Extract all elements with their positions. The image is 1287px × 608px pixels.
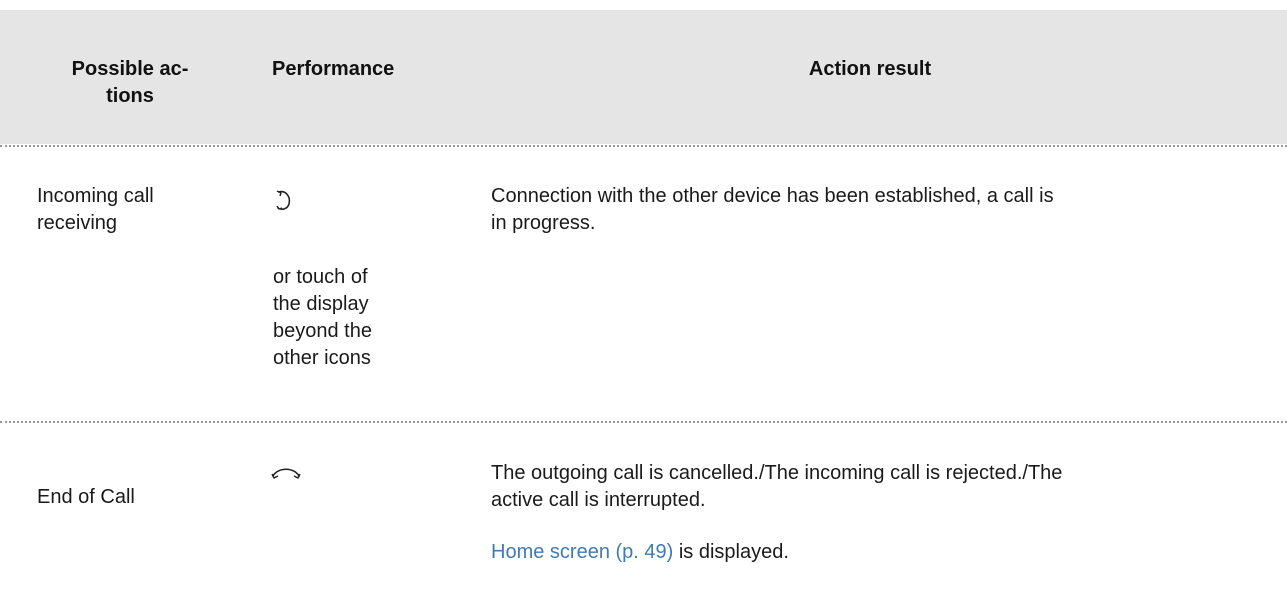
header-performance: Performance <box>272 58 395 80</box>
header-possible-actions: Possible ac- tions <box>30 56 230 110</box>
row2-result-line1: The outgoing call is cancelled./The inco… <box>491 462 1063 484</box>
row1-performance-line2: the display <box>273 293 369 315</box>
phone-handset-pickup-icon <box>276 190 291 210</box>
table-header: Possible ac- tions Performance Action re… <box>0 10 1287 144</box>
row1-performance-text: or touch of the display beyond the other… <box>273 264 372 372</box>
row2-action: End of Call <box>37 486 135 508</box>
row1-action-line2: receiving <box>37 212 118 234</box>
row1-action: Incoming call receiving <box>37 183 154 237</box>
row1-performance-line1: or touch of <box>273 266 368 288</box>
row2-result: The outgoing call is cancelled./The inco… <box>491 460 1062 514</box>
header-possible-actions-line1: Possible ac- <box>71 58 189 80</box>
row1-performance-line4: other icons <box>273 347 371 369</box>
header-possible-actions-line2: tions <box>106 85 154 107</box>
row1-result: Connection with the other device has bee… <box>491 183 1054 237</box>
home-screen-link[interactable]: Home screen (p. 49) <box>491 541 673 563</box>
row1-performance-line3: beyond the <box>273 320 372 342</box>
row1-result-line2: in progress. <box>491 212 596 234</box>
header-action-result: Action result <box>808 58 932 80</box>
row-divider <box>0 421 1287 423</box>
row2-result-home-note: Home screen (p. 49) is displayed. <box>491 539 789 566</box>
row-divider <box>0 145 1287 147</box>
row2-result-line2: active call is interrupted. <box>491 489 706 511</box>
home-screen-link-suffix: is displayed. <box>673 541 789 563</box>
row1-action-line1: Incoming call <box>37 185 154 207</box>
actions-table: Possible ac- tions Performance Action re… <box>0 0 1287 608</box>
phone-hangup-icon <box>271 468 301 479</box>
row1-result-line1: Connection with the other device has bee… <box>491 185 1054 207</box>
